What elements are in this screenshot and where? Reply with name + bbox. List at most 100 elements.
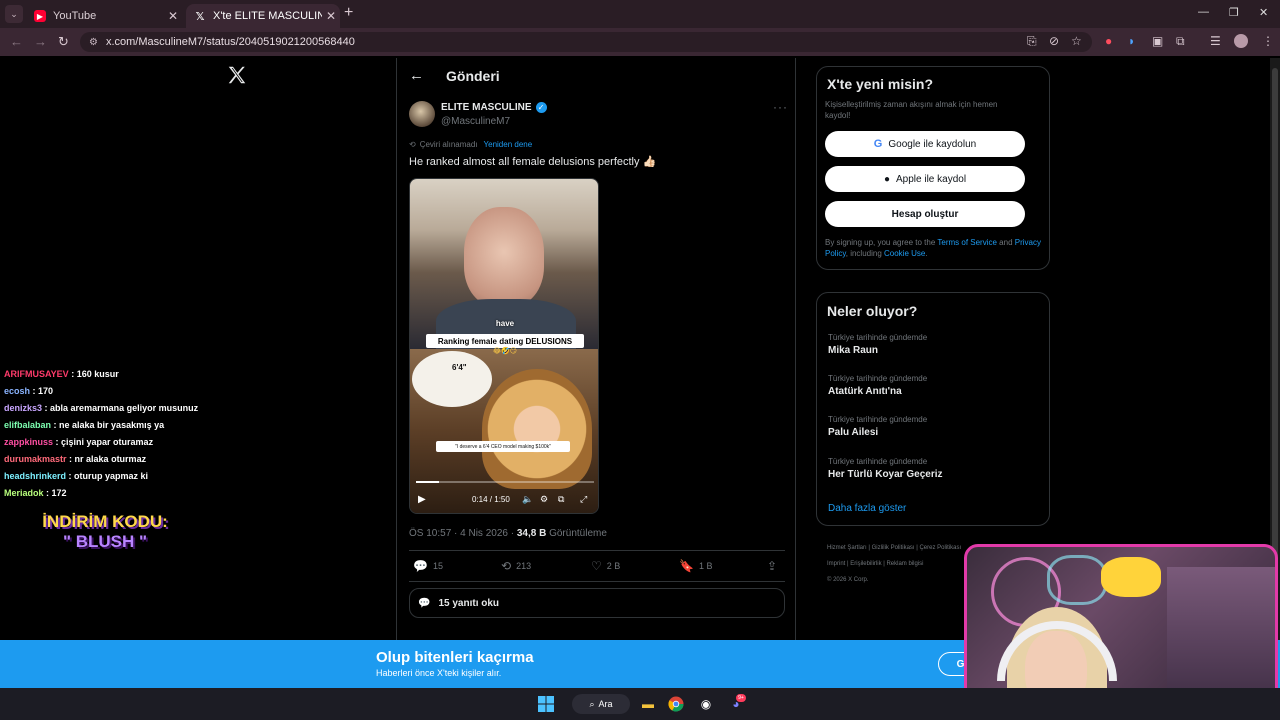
signup-title: X'te yeni misin? [827,76,934,92]
trend-item[interactable]: Türkiye tarihinde gündemde Atatürk Anıtı… [828,374,927,397]
reload-icon[interactable]: ↻ [58,34,69,50]
post-timestamp[interactable]: ÖS 10:57 · 4 Nis 2026 · [409,528,517,539]
show-more-link[interactable]: Daha fazla göster [828,503,906,514]
cookie-link[interactable]: Cookie Use [884,249,925,258]
plush-toy [1101,557,1161,597]
chat-text: : abla aremarmana geliyor musunuz [44,403,199,413]
back-icon[interactable]: ← [10,34,23,49]
chat-message: durumakmastr : nr alaka oturmaz [4,451,214,468]
close-tab-icon[interactable]: ✕ [322,9,340,23]
more-options-icon[interactable]: ··· [773,100,788,114]
video-caption: Ranking female dating DELUSIONS [426,334,584,348]
terms-link[interactable]: Terms of Service [937,238,997,247]
video-controls: ▶ 0:14 / 1:50 🔈 ⚙ ⧉ ⤢ [410,485,598,513]
chat-text: : ne alaka bir yasakmış ya [53,420,165,430]
like-count: 2 B [606,561,621,571]
back-arrow-icon[interactable]: ← [409,67,424,84]
legal-text: . [925,249,928,258]
close-window-icon[interactable]: ✕ [1259,6,1268,19]
author-name[interactable]: ELITE MASCULINE ✓ [441,102,547,113]
signup-legal-text: By signing up, you agree to the Terms of… [825,237,1045,259]
tracking-icon[interactable]: ⊘ [1049,34,1059,48]
settings-icon[interactable]: ⚙ [540,494,548,505]
legal-text: and [996,238,1015,247]
trend-item[interactable]: Türkiye tarihinde gündemde Mika Raun [828,333,927,356]
video-emoji: 😂🤣😏 [492,348,518,355]
read-replies-button[interactable]: 💬 15 yanıtı oku [409,588,785,618]
install-app-icon[interactable]: ⎘ [1027,34,1037,49]
restore-icon[interactable]: ❐ [1229,6,1239,19]
extension-icon[interactable]: ● [1105,34,1112,48]
view-label: Görüntüleme [546,528,607,539]
bookmark-star-icon[interactable]: ☆ [1071,34,1082,48]
create-account-label: Hesap oluştur [891,208,959,220]
trend-name: Her Türlü Koyar Geçeriz [828,469,943,480]
trend-context: Türkiye tarihinde gündemde [828,333,928,342]
share-button[interactable]: ⇪ [767,559,777,573]
reply-button[interactable]: 💬 15 [413,559,443,573]
heart-icon: ♡ [591,559,602,573]
video-progress-bar[interactable] [416,481,594,483]
volume-icon[interactable]: 🔈 [522,494,533,505]
stream-chat: ARIFMUSAYEV : 160 kusur ecosh : 170 deni… [4,366,214,502]
translate-icon: ⟲ [409,140,416,149]
author-handle[interactable]: @MasculineM7 [441,116,510,127]
neon-sign [1047,555,1107,605]
forward-icon[interactable]: → [34,34,47,49]
like-button[interactable]: ♡ 2 B [591,559,620,573]
retry-translation-link[interactable]: Yeniden dene [484,140,533,149]
google-signup-button[interactable]: G Google ile kaydolun [825,131,1025,157]
address-bar[interactable]: ⚙ x.com/MasculineM7/status/2040519021200… [80,32,1092,52]
taskbar-search-label: Ara [598,699,613,709]
promo-code-overlay: İNDİRİM KODU: " BLUSH " [20,512,190,552]
chrome-logo-icon [668,696,684,712]
divider [409,550,785,551]
tab-x-post[interactable]: 𝕏 X'te ELITE MASCULINE: "He ran ✕ [186,4,340,28]
extension-icon[interactable]: ◗ [1128,34,1135,48]
youtube-icon: ▶ [34,10,46,22]
scrollbar-thumb[interactable] [1272,68,1278,608]
fullscreen-icon[interactable]: ⤢ [580,494,587,505]
tab-youtube[interactable]: ▶ YouTube ✕ [26,4,182,28]
minimize-icon[interactable]: — [1198,6,1209,18]
chat-user: zappkinuss [4,437,54,447]
trends-title: Neler oluyor? [827,303,918,319]
chat-text: : 170 [32,386,54,396]
x-logo-icon[interactable] [226,64,248,86]
trend-item[interactable]: Türkiye tarihinde gündemde Her Türlü Koy… [828,457,942,480]
video-player[interactable]: have 6'4" "I deserve a 6'4 CEO model mak… [409,178,599,514]
windows-start-icon[interactable] [536,694,556,714]
chat-message: elifbalaban : ne alaka bir yasakmış ya [4,417,214,434]
windows-logo-icon [538,696,554,712]
reading-list-icon[interactable]: ☰ [1210,34,1221,48]
bookmark-button[interactable]: 🔖 1 B [679,559,712,573]
chat-text: : 172 [46,488,67,498]
windows-taskbar: ⌕ Ara ▬ ◉ ◕ [0,688,1280,720]
apple-signup-button[interactable]: ● Apple ile kaydol [825,166,1025,192]
x-icon: 𝕏 [195,10,205,23]
extension-icon[interactable]: ▣ [1152,34,1163,48]
create-account-button[interactable]: Hesap oluştur [825,201,1025,227]
taskbar-search[interactable]: ⌕ Ara [572,694,630,714]
file-explorer-icon[interactable]: ▬ [638,694,658,714]
repost-button[interactable]: ⟲ 213 [501,559,531,573]
author-avatar[interactable] [409,101,435,127]
chat-user: elifbalaban [4,420,52,430]
chrome-icon[interactable] [666,694,686,714]
menu-icon[interactable]: ⋮ [1262,34,1274,48]
picture-in-picture-icon[interactable]: ⧉ [558,494,564,505]
new-tab-button[interactable]: + [344,4,353,22]
play-icon[interactable]: ▶ [418,494,426,505]
banner-subtitle: Haberleri önce X'teki kişiler alır. [376,668,502,678]
profile-avatar[interactable] [1234,34,1248,48]
close-tab-icon[interactable]: ✕ [164,9,182,23]
extensions-puzzle-icon[interactable]: ⧉ [1176,34,1185,49]
trend-context: Türkiye tarihinde gündemde [828,457,928,466]
site-info-icon[interactable]: ⚙ [89,37,98,48]
chat-user: Meriadok [4,488,44,498]
apple-icon: ● [883,173,890,185]
tab-search-button[interactable]: ⌄ [5,5,23,23]
trend-item[interactable]: Türkiye tarihinde gündemde Palu Ailesi [828,415,927,438]
chrome-profile-icon[interactable]: ◉ [696,694,716,714]
tab-title: X'te ELITE MASCULINE: "He ran [213,10,322,22]
